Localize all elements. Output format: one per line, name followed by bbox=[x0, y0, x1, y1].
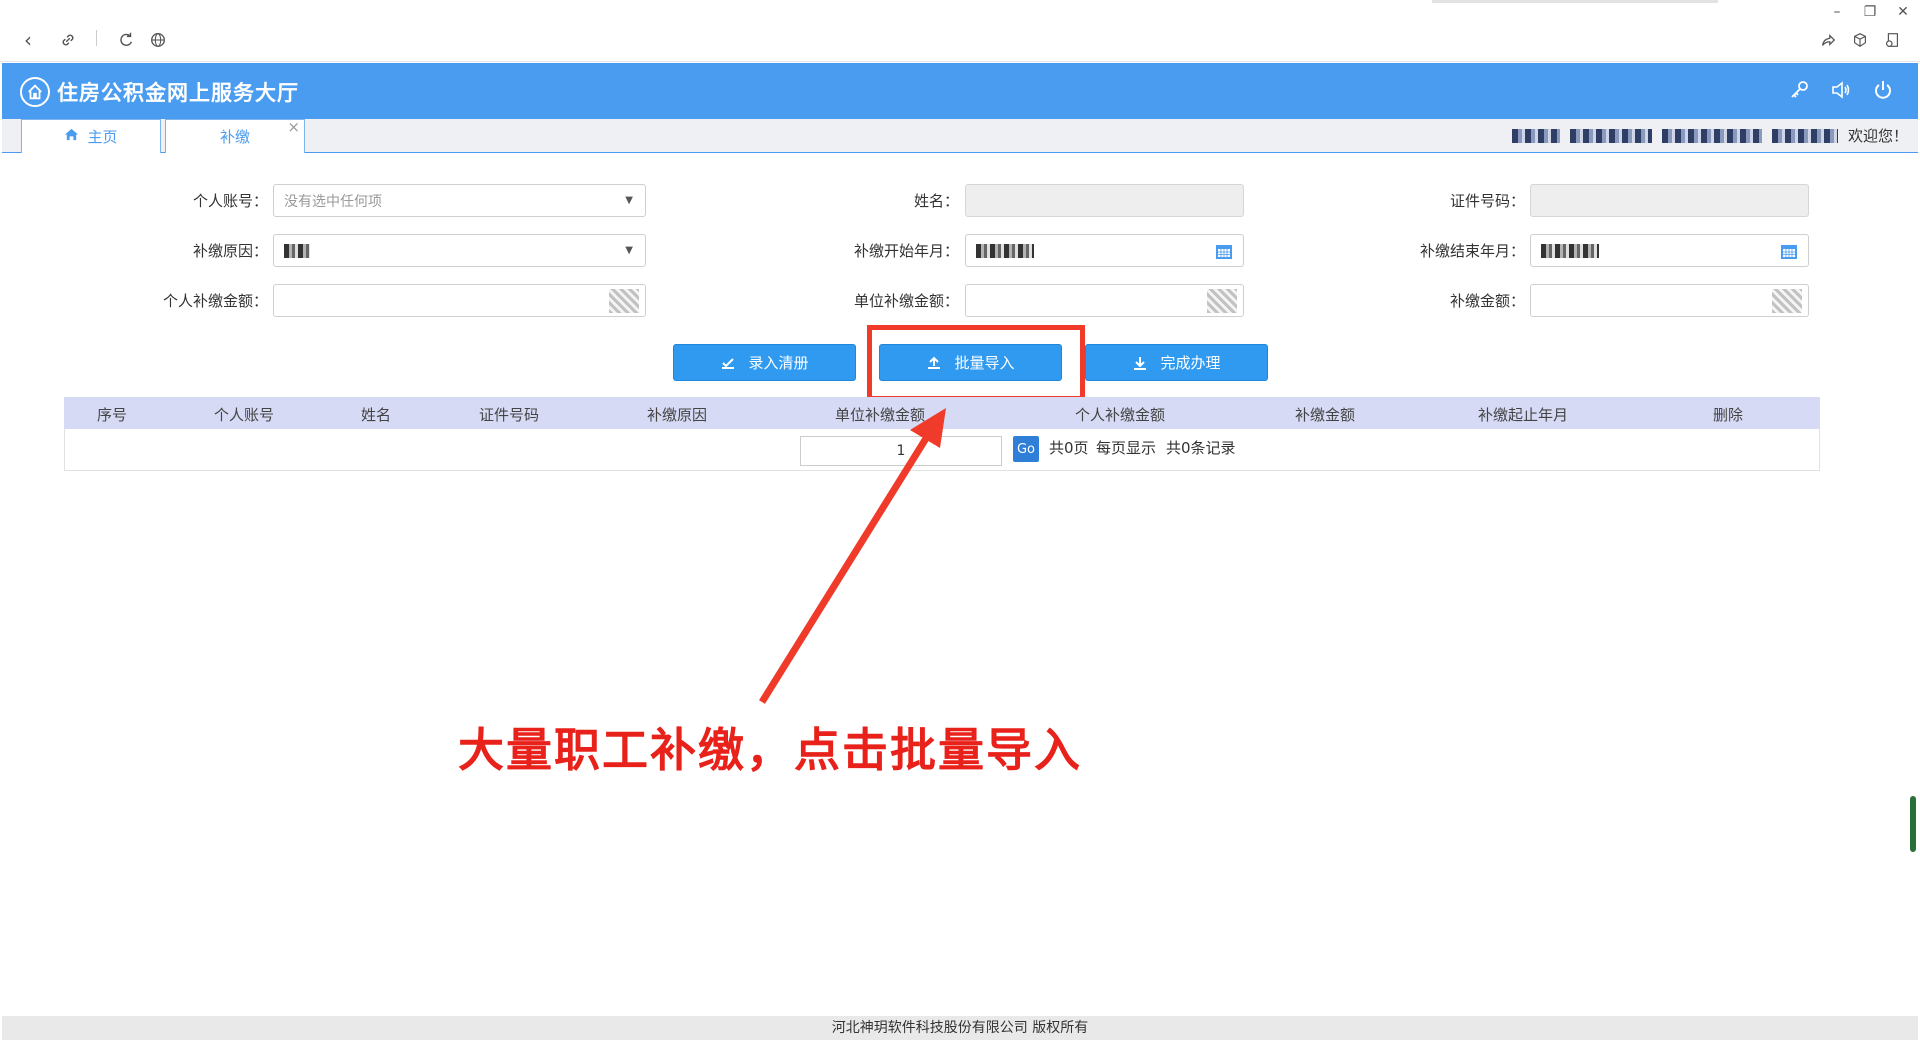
personal-account-select[interactable]: 没有选中任何项 ▼ bbox=[273, 184, 646, 217]
footer: 河北神玥软件科技股份有限公司 版权所有 bbox=[2, 1016, 1918, 1040]
redacted-user-name bbox=[1771, 128, 1838, 143]
personal-account-label: 个人账号： bbox=[192, 192, 268, 210]
close-window-icon[interactable]: ✕ bbox=[1893, 4, 1913, 20]
chevron-down-icon: ▼ bbox=[625, 245, 633, 256]
browser-tab-strip bbox=[1432, 0, 1718, 3]
chevron-down-icon: ▼ bbox=[625, 195, 633, 206]
start-month-label: 补缴开始年月： bbox=[853, 242, 959, 260]
personal-amount-label: 个人补缴金额： bbox=[162, 292, 268, 310]
end-month-field[interactable] bbox=[1530, 234, 1809, 267]
globe-icon[interactable] bbox=[146, 28, 170, 52]
tab-payment-label: 补缴 bbox=[219, 128, 250, 146]
total-amount-field[interactable] bbox=[1530, 284, 1809, 317]
calendar-icon[interactable] bbox=[1215, 242, 1233, 260]
col-header-delete: 删除 bbox=[1712, 406, 1743, 424]
link-icon[interactable] bbox=[56, 28, 80, 52]
tab-bar: 主页 补缴 × 欢迎您！ bbox=[2, 118, 1918, 153]
toolbar-divider bbox=[96, 30, 97, 46]
page: ‹ – ❐ ✕ 住房公积金网上服务大厅 主页 补缴 × 欢迎您！ 个人账号： 没… bbox=[0, 0, 1920, 1040]
reason-select[interactable]: ▼ bbox=[273, 234, 646, 267]
finish-button-label: 完成办理 bbox=[1160, 354, 1221, 372]
power-icon[interactable] bbox=[1868, 75, 1898, 105]
scrollbar-thumb[interactable] bbox=[1910, 796, 1916, 852]
id-number-label: 证件号码： bbox=[1449, 192, 1525, 210]
total-pages-text: 共0页 bbox=[1049, 439, 1089, 457]
col-header-index: 序号 bbox=[96, 406, 127, 424]
reason-label: 补缴原因： bbox=[192, 242, 268, 260]
app-header: 住房公积金网上服务大厅 bbox=[2, 63, 1918, 119]
user-welcome: 欢迎您！ bbox=[1511, 125, 1908, 146]
personal-account-placeholder: 没有选中任何项 bbox=[284, 193, 382, 210]
number-spinner-icon[interactable] bbox=[1772, 289, 1802, 313]
number-spinner-icon[interactable] bbox=[1207, 289, 1237, 313]
share-icon[interactable] bbox=[1816, 28, 1840, 52]
unit-amount-field[interactable] bbox=[965, 284, 1244, 317]
speaker-icon[interactable] bbox=[1826, 75, 1856, 105]
col-header-name: 姓名 bbox=[360, 406, 391, 424]
redacted-org-code bbox=[1569, 128, 1652, 143]
redacted-reason-value bbox=[284, 243, 310, 258]
number-spinner-icon[interactable] bbox=[609, 289, 639, 313]
close-tab-icon[interactable]: × bbox=[287, 118, 300, 136]
minimize-icon[interactable]: – bbox=[1827, 4, 1847, 20]
edit-check-icon bbox=[722, 357, 735, 369]
register-button-label: 录入清册 bbox=[748, 354, 809, 372]
col-header-reason: 补缴原因 bbox=[646, 406, 707, 424]
total-records-text: 共0条记录 bbox=[1166, 439, 1236, 457]
home-icon bbox=[64, 127, 79, 146]
go-button[interactable]: Go bbox=[1013, 436, 1039, 462]
name-field[interactable] bbox=[965, 184, 1244, 217]
name-label: 姓名： bbox=[913, 192, 959, 210]
col-header-personal-amount: 个人补缴金额 bbox=[1074, 406, 1165, 424]
finish-button[interactable]: 完成办理 bbox=[1085, 344, 1268, 381]
col-header-period: 补缴起止年月 bbox=[1477, 406, 1568, 424]
download-icon bbox=[1134, 356, 1147, 370]
per-page-text: 每页显示 bbox=[1096, 439, 1157, 457]
tab-supplementary-payment[interactable]: 补缴 × bbox=[165, 118, 305, 153]
user-panel-icon[interactable] bbox=[1880, 28, 1904, 52]
start-month-field[interactable] bbox=[965, 234, 1244, 267]
extension-cube-icon[interactable] bbox=[1848, 28, 1872, 52]
app-title: 住房公积金网上服务大厅 bbox=[57, 81, 299, 105]
register-button[interactable]: 录入清册 bbox=[673, 344, 856, 381]
page-number-input[interactable]: 1 bbox=[800, 436, 1002, 466]
highlight-box bbox=[867, 325, 1085, 401]
table-header: 序号 个人账号 姓名 证件号码 补缴原因 单位补缴金额 个人补缴金额 补缴金额 … bbox=[64, 397, 1820, 429]
col-header-account: 个人账号 bbox=[213, 406, 274, 424]
total-amount-label: 补缴金额： bbox=[1449, 292, 1525, 310]
redacted-org-name bbox=[1511, 128, 1560, 143]
housing-fund-logo-icon bbox=[20, 77, 50, 107]
personal-amount-field[interactable] bbox=[273, 284, 646, 317]
redacted-start-month bbox=[976, 243, 1034, 258]
tab-home-label: 主页 bbox=[87, 128, 118, 146]
annotation-text: 大量职工补缴，点击批量导入 bbox=[458, 723, 1082, 777]
welcome-text: 欢迎您！ bbox=[1847, 127, 1908, 145]
col-header-unit-amount: 单位补缴金额 bbox=[834, 406, 925, 424]
redacted-user-id bbox=[1661, 128, 1762, 143]
redacted-end-month bbox=[1541, 243, 1599, 258]
unit-amount-label: 单位补缴金额： bbox=[853, 292, 959, 310]
copyright-text: 河北神玥软件科技股份有限公司 版权所有 bbox=[831, 1020, 1089, 1036]
end-month-label: 补缴结束年月： bbox=[1419, 242, 1525, 260]
restore-icon[interactable]: ❐ bbox=[1860, 4, 1880, 20]
browser-toolbar: ‹ – ❐ ✕ bbox=[0, 0, 1920, 62]
col-header-total-amount: 补缴金额 bbox=[1294, 406, 1355, 424]
key-icon[interactable] bbox=[1784, 75, 1814, 105]
id-number-field[interactable] bbox=[1530, 184, 1809, 217]
reload-icon[interactable] bbox=[114, 28, 138, 52]
tab-home[interactable]: 主页 bbox=[21, 119, 161, 153]
annotation-arrow bbox=[759, 408, 946, 704]
col-header-id-number: 证件号码 bbox=[478, 406, 539, 424]
back-icon[interactable]: ‹ bbox=[16, 28, 40, 52]
calendar-icon[interactable] bbox=[1780, 242, 1798, 260]
